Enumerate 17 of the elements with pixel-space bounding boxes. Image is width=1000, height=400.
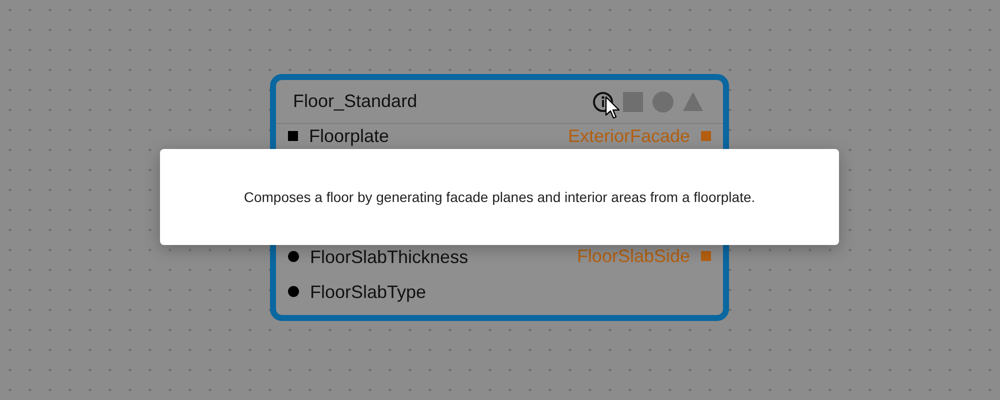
- output-label: ExteriorFacade: [568, 125, 690, 147]
- square-port-icon[interactable]: [701, 131, 711, 141]
- square-port-icon[interactable]: [701, 250, 711, 260]
- cursor-icon: [605, 96, 621, 120]
- circle-port-icon[interactable]: [288, 251, 299, 262]
- output-label: FloorSlabSide: [576, 244, 690, 266]
- square-icon[interactable]: [622, 90, 644, 112]
- circle-port-icon[interactable]: [288, 286, 299, 297]
- tooltip-text: Composes a floor by generating facade planes and interior areas from a floorplate.: [244, 188, 756, 207]
- node-title: Floor_Standard: [293, 90, 418, 113]
- info-icon[interactable]: [592, 90, 614, 112]
- triangle-icon[interactable]: [682, 90, 704, 112]
- input-label: FloorSlabThickness: [310, 246, 468, 268]
- circle-icon[interactable]: [652, 90, 674, 112]
- input-label: Floorplate: [309, 125, 390, 147]
- input-label: FloorSlabType: [310, 280, 426, 302]
- square-port-icon[interactable]: [288, 131, 298, 141]
